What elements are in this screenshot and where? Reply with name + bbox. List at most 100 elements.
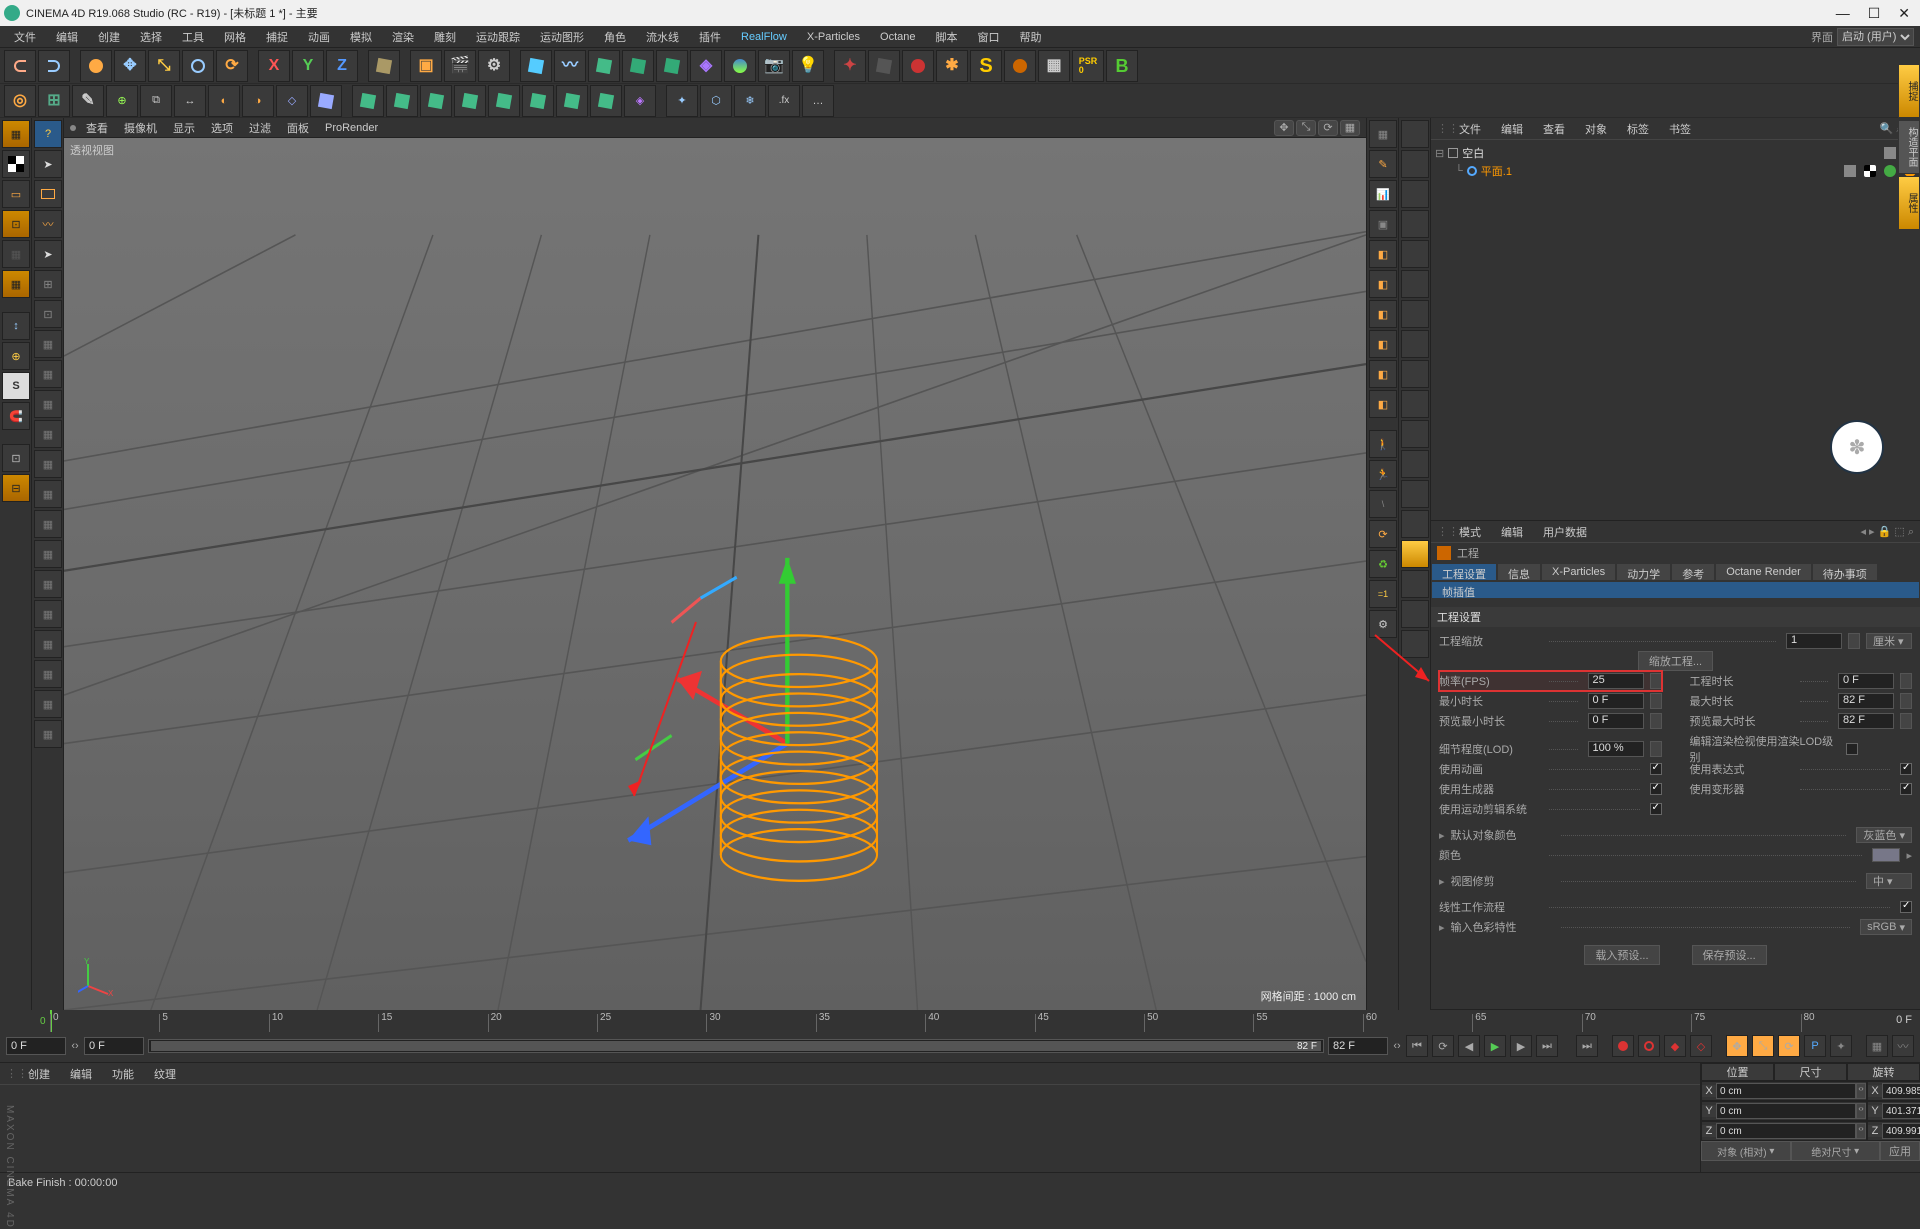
rd-paint-brush-icon[interactable]: ✎ xyxy=(1369,150,1397,178)
menu-xparticles[interactable]: X-Particles xyxy=(799,29,868,45)
vp-menu-camera[interactable]: 摄像机 xyxy=(118,119,163,137)
tl-range-slider[interactable]: 82 F xyxy=(148,1039,1324,1053)
edge-snap-button[interactable]: ⊟ xyxy=(2,474,30,502)
mograph-spline-button[interactable] xyxy=(556,85,588,117)
dynamics-button[interactable]: ⬡ xyxy=(700,85,732,117)
use-mot-check[interactable] xyxy=(1650,803,1662,815)
menu-edit[interactable]: 编辑 xyxy=(48,27,86,47)
rd-render-icon[interactable]: ▣ xyxy=(1369,210,1397,238)
layer-tag2-icon[interactable] xyxy=(1844,165,1856,177)
menu-window[interactable]: 窗口 xyxy=(970,27,1008,47)
mirror-button[interactable]: ⧉ xyxy=(140,85,172,117)
naming-button[interactable] xyxy=(310,85,342,117)
vp-menu-prorender[interactable]: ProRender xyxy=(319,121,384,135)
project-button[interactable]: ◐ xyxy=(208,85,240,117)
mesh6-button[interactable]: ▦ xyxy=(34,480,62,508)
extras-button[interactable]: … xyxy=(802,85,834,117)
autokey-button[interactable] xyxy=(1638,1035,1660,1057)
rect-select-button[interactable] xyxy=(34,180,62,208)
rd-layers6-icon[interactable]: ◧ xyxy=(1369,390,1397,418)
mesh12-button[interactable]: ▦ xyxy=(34,660,62,688)
vp-menu-display[interactable]: 显示 xyxy=(167,119,201,137)
rd2-h-icon[interactable] xyxy=(1401,330,1429,358)
coord-apply-button[interactable]: 应用 xyxy=(1880,1141,1920,1161)
mesh4-button[interactable]: ▦ xyxy=(34,420,62,448)
vtab-plane[interactable]: 构造平面 xyxy=(1898,120,1920,174)
mesh7-button[interactable]: ▦ xyxy=(34,510,62,538)
rd-layers5-icon[interactable]: ◧ xyxy=(1369,360,1397,388)
rd-joints-icon[interactable]: ⟳ xyxy=(1369,520,1397,548)
deformer-button[interactable]: ◈ xyxy=(690,50,722,82)
vp-orbit-icon[interactable]: ⟳ xyxy=(1318,120,1338,136)
pos-y-field[interactable] xyxy=(1716,1103,1856,1119)
rd-layers4-icon[interactable]: ◧ xyxy=(1369,330,1397,358)
om-tags[interactable]: 标签 xyxy=(1621,120,1655,138)
workplane-mode-button[interactable]: ▭ xyxy=(2,180,30,208)
rd-layers3-icon[interactable]: ◧ xyxy=(1369,300,1397,328)
axis-y-button[interactable]: Y xyxy=(292,50,324,82)
rot-key-icon[interactable]: ⟳ xyxy=(1778,1035,1800,1057)
pos-key-icon[interactable]: ✥ xyxy=(1726,1035,1748,1057)
menu-simulate[interactable]: 模拟 xyxy=(342,27,380,47)
projlen-field[interactable]: 0 F xyxy=(1838,673,1894,689)
rd2-a-icon[interactable] xyxy=(1401,120,1429,148)
dopesheet-icon[interactable]: ▦ xyxy=(1866,1035,1888,1057)
render-view-button[interactable]: ▣ xyxy=(410,50,442,82)
close-button[interactable]: ✕ xyxy=(1898,5,1910,22)
object-axis-button[interactable]: ⊕ xyxy=(2,342,30,370)
coord-mode2-select[interactable]: 绝对尺寸 ▾ xyxy=(1791,1141,1881,1161)
vp-layout-icon[interactable]: ▦ xyxy=(1340,120,1360,136)
redo-button[interactable] xyxy=(38,50,70,82)
rd2-c-icon[interactable] xyxy=(1401,180,1429,208)
mesh9-button[interactable]: ▦ xyxy=(34,570,62,598)
play-next-button[interactable]: ▶ xyxy=(1510,1035,1532,1057)
last-tool-button[interactable]: ⟳ xyxy=(216,50,248,82)
tab-interp[interactable]: 帧插值 xyxy=(1431,581,1920,599)
mat-edit[interactable]: 编辑 xyxy=(64,1065,98,1083)
size-x-field[interactable] xyxy=(1882,1083,1920,1099)
display-tag-icon[interactable] xyxy=(1864,165,1876,177)
menu-tools[interactable]: 工具 xyxy=(174,27,212,47)
use-expr-check[interactable] xyxy=(1900,763,1912,775)
mat-tex[interactable]: 纹理 xyxy=(148,1065,182,1083)
proj-scale-spin[interactable] xyxy=(1848,633,1860,649)
render-settings-button[interactable]: ⚙ xyxy=(478,50,510,82)
menu-plugins[interactable]: 插件 xyxy=(691,27,729,47)
point-snap-button[interactable]: ⊡ xyxy=(2,444,30,472)
mograph-instance-button[interactable] xyxy=(454,85,486,117)
save-preset-button[interactable]: 保存预设... xyxy=(1692,945,1767,965)
mesh8-button[interactable]: ▦ xyxy=(34,540,62,568)
tab-xp[interactable]: X-Particles xyxy=(1541,563,1616,581)
max-field[interactable]: 82 F xyxy=(1838,693,1894,709)
menu-animate[interactable]: 动画 xyxy=(300,27,338,47)
menu-sculpt[interactable]: 雕刻 xyxy=(426,27,464,47)
lod-render-check[interactable] xyxy=(1846,743,1858,755)
use-def-check[interactable] xyxy=(1900,783,1912,795)
subdivision-button[interactable] xyxy=(622,50,654,82)
menu-create[interactable]: 创建 xyxy=(90,27,128,47)
rd-walk-icon[interactable]: 🏃 xyxy=(1369,460,1397,488)
menu-mograph[interactable]: 运动图形 xyxy=(532,27,592,47)
rd2-i-icon[interactable] xyxy=(1401,360,1429,388)
key-button[interactable]: ◆ xyxy=(1664,1035,1686,1057)
keysel-button[interactable]: ◇ xyxy=(1690,1035,1712,1057)
rd2-m-icon[interactable] xyxy=(1401,480,1429,508)
connect-button[interactable]: ✎ xyxy=(72,85,104,117)
play-prev-button[interactable]: ◀ xyxy=(1458,1035,1480,1057)
mesh14-button[interactable]: ▦ xyxy=(34,720,62,748)
rd-hud-icon[interactable]: ▦ xyxy=(1369,120,1397,148)
place-button[interactable]: ⊞ xyxy=(34,270,62,298)
make-editable-button[interactable]: ◇ xyxy=(276,85,308,117)
mat-create[interactable]: 创建 xyxy=(22,1065,56,1083)
rd2-e-icon[interactable] xyxy=(1401,240,1429,268)
rd2-l-icon[interactable] xyxy=(1401,450,1429,478)
tab-info[interactable]: 信息 xyxy=(1497,563,1541,581)
input-color-select[interactable]: sRGB ▾ xyxy=(1860,919,1912,935)
rd-pose-icon[interactable]: \ xyxy=(1369,490,1397,518)
am-edit[interactable]: 编辑 xyxy=(1495,523,1529,541)
menu-script[interactable]: 脚本 xyxy=(928,27,966,47)
undo-button[interactable] xyxy=(4,50,36,82)
rd2-n-icon[interactable] xyxy=(1401,510,1429,538)
layout-select[interactable]: 启动 (用户) xyxy=(1837,28,1914,46)
scale-tool-button[interactable]: ⤡ xyxy=(148,50,180,82)
